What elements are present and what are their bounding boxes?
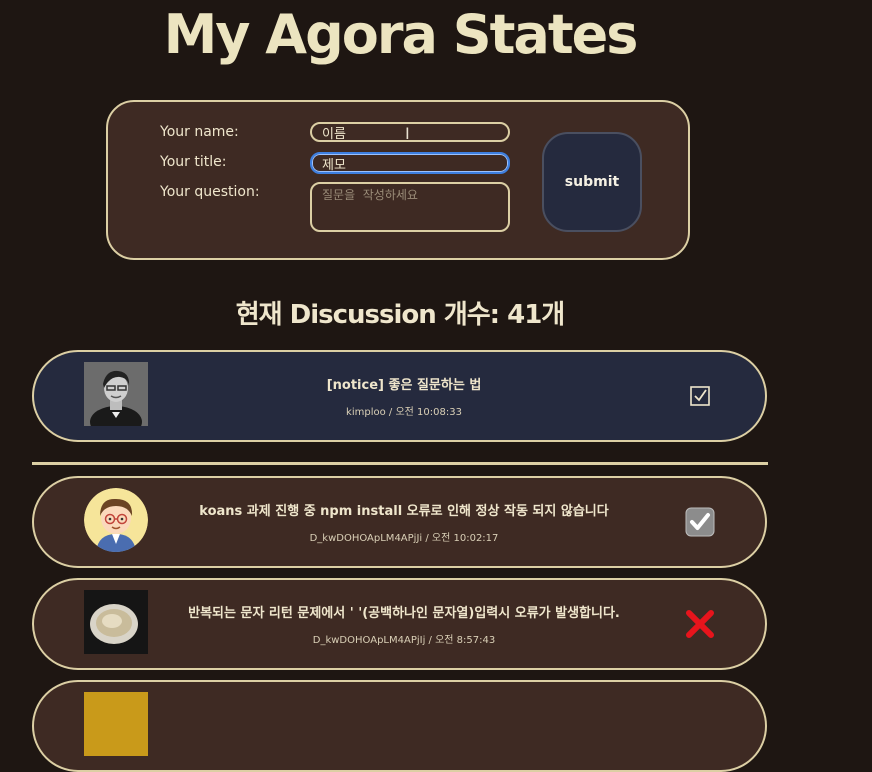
title-input[interactable] xyxy=(310,152,510,174)
title-label: Your title: xyxy=(160,154,227,170)
discussion-item[interactable]: koans 과제 진행 중 npm install 오류로 인해 정상 작동 되… xyxy=(32,476,767,568)
cartoon-avatar-icon xyxy=(84,488,148,552)
discussion-meta: D_kwDOHOApLM4APjJi / 오전 10:02:17 xyxy=(309,533,499,544)
discussion-item[interactable] xyxy=(32,680,767,772)
page-title: My Agora States xyxy=(163,3,639,66)
discussion-title[interactable]: [notice] 좋은 질문하는 법 xyxy=(174,374,634,393)
divider xyxy=(32,462,768,465)
discussion-content: koans 과제 진행 중 npm install 오류로 인해 정상 작동 되… xyxy=(174,500,634,544)
discussion-title[interactable]: 반복되는 문자 리턴 문제에서 ' '(공백하나인 문자열)입력시 오류가 발생… xyxy=(174,602,634,621)
checked-box-icon xyxy=(684,506,716,538)
discussion-count: 현재 Discussion 개수: 41개 xyxy=(235,300,565,330)
discussion-meta: kimploo / 오전 10:08:33 xyxy=(346,407,462,418)
name-label: Your name: xyxy=(160,124,239,140)
discussion-meta: D_kwDOHOApLM4APjIj / 오전 8:57:43 xyxy=(312,635,496,646)
discussion-content: [notice] 좋은 질문하는 법 kimploo / 오전 10:08:33 xyxy=(174,374,634,418)
text-cursor-icon: I xyxy=(405,124,410,143)
discussion-content: 반복되는 문자 리턴 문제에서 ' '(공백하나인 문자열)입력시 오류가 발생… xyxy=(174,602,634,646)
checkbox-outline-icon xyxy=(684,380,716,412)
question-form: Your name: Your title: Your question: I … xyxy=(106,100,690,260)
discussion-title[interactable]: koans 과제 진행 중 npm install 오류로 인해 정상 작동 되… xyxy=(174,500,634,519)
discussion-item-notice[interactable]: [notice] 좋은 질문하는 법 kimploo / 오전 10:08:33 xyxy=(32,350,767,442)
cross-icon xyxy=(684,608,716,640)
bowl-photo-icon xyxy=(84,590,148,654)
photo-person-icon xyxy=(84,362,148,426)
name-input[interactable] xyxy=(310,122,510,142)
submit-button[interactable]: submit xyxy=(542,132,642,232)
discussion-item[interactable]: 반복되는 문자 리턴 문제에서 ' '(공백하나인 문자열)입력시 오류가 발생… xyxy=(32,578,767,670)
avatar xyxy=(84,692,148,756)
question-label: Your question: xyxy=(160,184,260,200)
question-textarea[interactable] xyxy=(310,182,510,232)
